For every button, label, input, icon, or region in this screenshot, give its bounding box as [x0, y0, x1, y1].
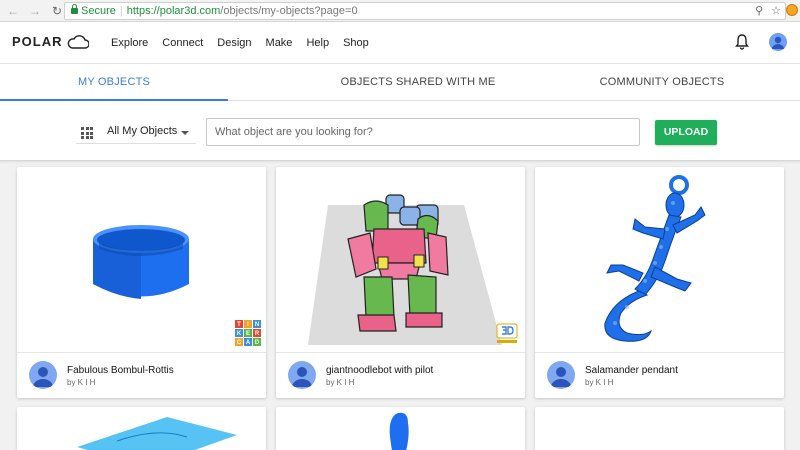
user-icon — [33, 367, 53, 387]
tab-community-objects[interactable]: COMMUNITY OBJECTS — [560, 64, 764, 101]
chevron-down-icon[interactable] — [181, 131, 189, 135]
zoom-icon[interactable]: ⚲ — [755, 3, 763, 19]
object-title[interactable]: Salamander pendant — [585, 365, 678, 376]
tinkercad-letter: E — [246, 331, 250, 337]
card-footer: giantnoodlebot with pilot by K I H — [276, 354, 525, 398]
3d-slash-logo-icon — [496, 323, 518, 343]
notification-bell-icon[interactable] — [735, 34, 749, 50]
object-thumbnail-partial — [77, 417, 237, 450]
forward-arrow-icon[interactable]: → — [28, 3, 42, 19]
nav-make[interactable]: Make — [266, 37, 293, 49]
card-footer: Fabulous Bombul-Rottis by K I H — [17, 354, 266, 398]
tinkercad-letter: K — [237, 331, 242, 337]
lock-icon — [71, 4, 78, 14]
site-header: POLAR Explore Connect Design Make Help S… — [0, 22, 800, 64]
url-path: /objects/my-objects?page=0 — [220, 5, 358, 17]
tinkercad-letter: R — [255, 331, 260, 337]
user-icon — [551, 367, 571, 387]
object-card[interactable]: giantnoodlebot with pilot by K I H — [276, 167, 525, 398]
tab-my-objects[interactable]: MY OBJECTS — [0, 64, 228, 101]
object-title[interactable]: giantnoodlebot with pilot — [326, 365, 433, 376]
object-thumbnail[interactable]: T I N K E R C A D — [17, 167, 266, 353]
object-owner: by K I H — [585, 378, 614, 387]
polar-logo[interactable]: POLAR — [12, 34, 89, 49]
3d-slash-badge — [495, 323, 519, 345]
object-title[interactable]: Fabulous Bombul-Rottis — [67, 365, 174, 376]
user-avatar[interactable] — [769, 33, 787, 51]
grid-view-icon[interactable] — [81, 127, 93, 139]
owner-avatar — [29, 361, 57, 389]
bookmark-star-icon[interactable]: ☆ — [771, 3, 781, 19]
object-thumbnail[interactable] — [276, 167, 525, 353]
extension-icon[interactable] — [786, 4, 798, 16]
tinkercad-badge: T I N K E R C A D — [235, 320, 261, 351]
salamander-model-image — [604, 175, 706, 342]
secure-label: Secure — [81, 5, 116, 17]
object-thumbnail[interactable] — [535, 167, 784, 353]
back-arrow-icon[interactable]: ← — [6, 3, 20, 19]
main-nav: Explore Connect Design Make Help Shop — [111, 37, 383, 49]
object-owner: by K I H — [67, 378, 96, 387]
search-toolbar: All My Objects UPLOAD — [0, 101, 800, 161]
nav-shop[interactable]: Shop — [343, 37, 369, 49]
tinkercad-logo-icon: T I N K E R C A D — [235, 320, 261, 346]
reload-icon[interactable]: ↻ — [50, 3, 64, 19]
nav-connect[interactable]: Connect — [162, 37, 203, 49]
tinkercad-letter: A — [246, 340, 251, 346]
owner-avatar — [547, 361, 575, 389]
cloud-logo-icon — [67, 34, 89, 49]
nav-help[interactable]: Help — [306, 37, 329, 49]
search-input[interactable] — [206, 118, 640, 146]
object-tabs: MY OBJECTS OBJECTS SHARED WITH ME COMMUN… — [0, 64, 800, 101]
browser-nav: ← → ↻ — [6, 3, 64, 19]
upload-button[interactable]: UPLOAD — [655, 120, 717, 145]
owner-avatar — [288, 361, 316, 389]
card-footer: Salamander pendant by K I H — [535, 354, 784, 398]
tinkercad-letter: T — [237, 322, 241, 328]
object-card[interactable] — [276, 407, 525, 450]
tinkercad-letter: D — [255, 340, 260, 346]
tinkercad-letter: N — [255, 322, 259, 328]
nav-explore[interactable]: Explore — [111, 37, 148, 49]
nav-design[interactable]: Design — [217, 37, 251, 49]
object-card[interactable]: Salamander pendant by K I H — [535, 167, 784, 398]
object-owner: by K I H — [326, 378, 355, 387]
object-thumbnail-partial — [389, 412, 409, 450]
robot-model-image — [308, 194, 502, 345]
user-icon — [772, 36, 784, 49]
tab-objects-shared[interactable]: OBJECTS SHARED WITH ME — [228, 64, 608, 101]
url-host: https://polar3d.com — [126, 5, 221, 17]
browser-toolbar: ← → ↻ Secure | https://polar3d.com/objects… — [0, 0, 800, 22]
object-card[interactable] — [17, 407, 266, 450]
select-underline — [76, 143, 196, 144]
cylinder-model-image — [93, 225, 189, 299]
object-card[interactable] — [535, 407, 784, 450]
address-bar[interactable]: Secure | https://polar3d.com/objects/my-ob… — [64, 2, 786, 20]
tinkercad-letter: C — [237, 340, 242, 346]
user-icon — [292, 367, 312, 387]
object-card[interactable]: T I N K E R C A D Fabulous Bombul-Rottis… — [17, 167, 266, 398]
